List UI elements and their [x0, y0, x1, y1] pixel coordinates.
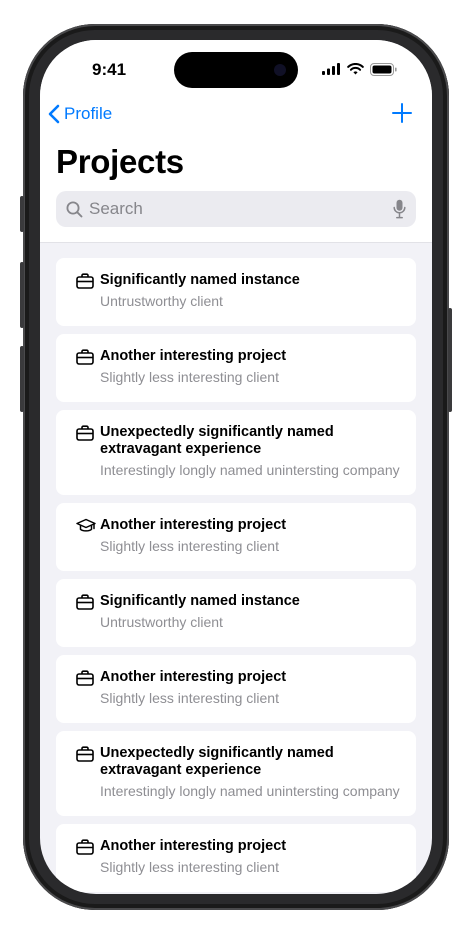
project-card-text: Significantly named instance Untrustworth…	[100, 593, 400, 631]
project-title: Another interesting project	[100, 348, 287, 364]
add-project-button[interactable]	[392, 102, 412, 126]
back-button[interactable]: Profile	[48, 104, 112, 124]
search-input[interactable]: Search	[89, 199, 143, 219]
project-card-text: Another interesting project Slightly less…	[100, 838, 400, 876]
project-client: Slightly less interesting client	[100, 859, 279, 875]
project-card-text: Another interesting project Slightly less…	[100, 517, 400, 555]
briefcase-icon	[76, 839, 94, 855]
wifi-icon	[347, 63, 364, 75]
status-icons	[322, 62, 397, 76]
front-camera-icon	[274, 64, 286, 76]
volume-up-button	[20, 262, 24, 328]
project-title: Another interesting project	[100, 838, 287, 854]
back-button-label: Profile	[64, 104, 113, 123]
project-card[interactable]: Significantly named instance Untrustworth…	[56, 579, 416, 647]
project-card[interactable]: Another interesting project Slightly less…	[56, 824, 416, 892]
chevron-left-icon	[48, 104, 60, 124]
briefcase-icon	[76, 349, 94, 365]
project-client: Slightly less interesting client	[100, 538, 279, 554]
page-title: Projects	[56, 143, 184, 180]
project-title: Unexpectedly significantly named extrava…	[100, 424, 334, 457]
phone-frame: 9:41 Profile Projects Search Significant…	[20, 24, 452, 910]
project-card[interactable]: Significantly named instance Untrustworth…	[56, 258, 416, 326]
briefcase-icon	[76, 746, 94, 762]
project-card-text: Significantly named instance Untrustworth…	[100, 272, 400, 310]
plus-icon	[392, 103, 412, 123]
action-button	[20, 196, 24, 232]
screen: 9:41 Profile Projects Search Significant…	[40, 40, 432, 894]
briefcase-icon	[76, 273, 94, 289]
project-client: Untrustworthy client	[100, 293, 223, 309]
project-card-text: Unexpectedly significantly named extrava…	[100, 745, 400, 800]
briefcase-icon	[76, 425, 94, 441]
search-field[interactable]: Search	[56, 191, 416, 227]
project-card[interactable]: Another interesting project Slightly less…	[56, 334, 416, 402]
volume-down-button	[20, 346, 24, 412]
project-client: Interestingly longly named unintersting …	[100, 462, 400, 478]
project-card[interactable]: Another interesting project Slightly less…	[56, 503, 416, 571]
status-time: 9:41	[92, 60, 127, 79]
project-card[interactable]: Another interesting project Slightly less…	[56, 655, 416, 723]
battery-icon	[370, 62, 397, 76]
project-card[interactable]: Unexpectedly significantly named extrava…	[56, 410, 416, 495]
dynamic-island	[174, 52, 298, 88]
project-title: Unexpectedly significantly named extrava…	[100, 745, 334, 778]
microphone-icon[interactable]	[393, 199, 406, 219]
power-button	[448, 308, 452, 412]
briefcase-icon	[76, 670, 94, 686]
cellular-signal-icon	[322, 63, 340, 75]
navigation-header: 9:41 Profile Projects Search	[40, 40, 432, 243]
project-card-text: Another interesting project Slightly less…	[100, 348, 400, 386]
project-card-text: Unexpectedly significantly named extrava…	[100, 424, 400, 479]
project-client: Slightly less interesting client	[100, 690, 279, 706]
project-client: Untrustworthy client	[100, 614, 223, 630]
project-client: Slightly less interesting client	[100, 369, 279, 385]
project-client: Interestingly longly named unintersting …	[100, 783, 400, 799]
project-card[interactable]: Unexpectedly significantly named extrava…	[56, 731, 416, 816]
briefcase-icon	[76, 594, 94, 610]
search-icon	[66, 201, 83, 217]
project-list: Significantly named instance Untrustworth…	[56, 258, 416, 894]
project-title: Significantly named instance	[100, 272, 300, 288]
project-title: Significantly named instance	[100, 593, 300, 609]
project-card-text: Another interesting project Slightly less…	[100, 669, 400, 707]
project-title: Another interesting project	[100, 517, 287, 533]
graduation-cap-icon	[76, 518, 96, 534]
project-title: Another interesting project	[100, 669, 287, 685]
